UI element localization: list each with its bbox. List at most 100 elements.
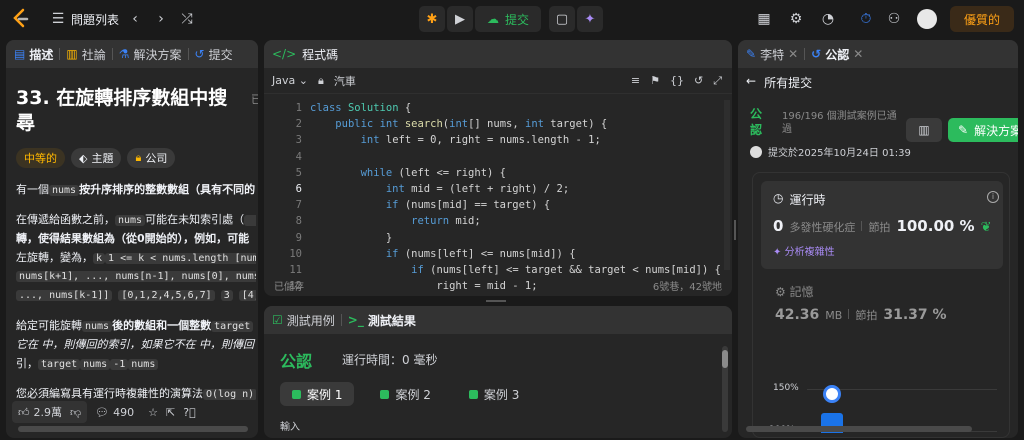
like-button[interactable]: 👍︎ 2.9萬 👎︎	[12, 401, 88, 423]
test-scrollbar[interactable]	[722, 346, 728, 432]
reset-icon[interactable]: ↺	[694, 74, 703, 87]
problem-title: 33. 在旋轉排序數組中搜尋	[16, 87, 228, 134]
pencil-icon: ✎	[746, 47, 757, 61]
tab-divider	[187, 48, 189, 60]
tab-accepted[interactable]: ↺ 公認 ✕	[811, 46, 863, 63]
back-to-submissions[interactable]: ← 所有提交	[746, 74, 812, 91]
check-icon	[292, 389, 301, 399]
problem-list-link[interactable]: 問題列表	[71, 11, 119, 28]
leaf-icon: ❦	[980, 220, 992, 235]
help-icon[interactable]: ?⃝	[183, 406, 195, 419]
topics-tag[interactable]: ⬖ 主題	[71, 148, 122, 168]
autocomplete-mode[interactable]: 汽車	[334, 73, 356, 89]
comment-icon: 💬︎	[95, 405, 110, 419]
terminal-icon: >_	[347, 313, 364, 327]
result-runtime: 運行時間：0 毫秒	[342, 353, 438, 367]
chevron-right-icon[interactable]: ›	[151, 9, 171, 29]
chevron-left-icon[interactable]: ‹	[125, 9, 145, 29]
tab-solutions[interactable]: ⚗ 解決方案	[119, 46, 182, 63]
horizontal-scrollbar[interactable]	[18, 426, 248, 432]
my-runtime-marker[interactable]	[823, 385, 841, 403]
description-line-3: 轉，使得結果數組為（從0開始的），例如，可能	[16, 232, 250, 245]
run-button[interactable]: ▶	[447, 6, 473, 32]
panel-resize-handle[interactable]	[486, 300, 506, 302]
cloud-upload-icon: ☁	[486, 12, 499, 26]
horizontal-scrollbar[interactable]	[746, 426, 972, 432]
comments-button[interactable]: 💬︎ 490	[95, 406, 134, 419]
editorial-button[interactable]: ▥	[906, 118, 942, 142]
analyze-complexity-link[interactable]: ✦ 分析複雜性	[773, 243, 835, 258]
tab-description[interactable]: ▤ 描述	[14, 46, 53, 63]
leetcode-logo-icon[interactable]	[10, 8, 32, 30]
tag-row: 中等的 ⬖ 主題 🔒︎ 公司	[16, 148, 176, 168]
checkbox-icon: ☑	[272, 313, 283, 327]
flask-icon: ⚗	[118, 47, 130, 61]
close-icon[interactable]: ✕	[853, 47, 863, 61]
code-icon: </>	[272, 47, 297, 61]
line-number: 9	[295, 231, 302, 244]
case-tab-3[interactable]: 案例 3	[457, 382, 531, 406]
submission-status: 公認	[750, 107, 763, 137]
line-number: 5	[295, 166, 302, 179]
note-icon[interactable]: ▢	[549, 6, 575, 32]
expand-icon[interactable]: ⤢	[713, 74, 722, 88]
tab-code[interactable]: 程式碼	[302, 46, 338, 63]
editor-scrollbar[interactable]	[724, 100, 730, 270]
share-icon[interactable]: ⇱	[166, 406, 175, 419]
shuffle-icon[interactable]: ⤮	[177, 9, 197, 29]
chart-axis-label: 150%	[773, 383, 799, 393]
tag-icon: ⬖	[79, 151, 88, 165]
list-icon[interactable]: ☰	[48, 9, 68, 29]
case-tab-2[interactable]: 案例 2	[368, 382, 442, 406]
line-number: 7	[295, 199, 302, 212]
line-number: 11	[289, 264, 302, 277]
braces-icon[interactable]: {}	[670, 74, 684, 87]
lock-icon: 🔒︎	[135, 151, 142, 164]
result-status: 公認	[280, 352, 313, 371]
tab-test-result[interactable]: >_ 測試結果	[348, 312, 416, 329]
description-line-1: 有一個 nums 按升序排序的整數數組（具有不同的	[16, 183, 256, 196]
thumbs-down-icon[interactable]: 👎︎	[70, 406, 81, 419]
line-number: 4	[295, 150, 302, 163]
code-panel: </> 程式碼 Java ⌄ 🔒︎ 汽車 ≡ ⚑ {} ↺ ⤢ 1 2 3 4 5 6 7 8…	[264, 40, 732, 296]
language-select[interactable]: Java ⌄	[272, 74, 308, 87]
timer-icon[interactable]: ⏱	[856, 9, 876, 29]
test-tabs: ☑ 測試用例 >_ 測試結果	[264, 306, 732, 334]
companies-tag[interactable]: 🔒︎ 公司	[127, 148, 176, 168]
book-icon: ▥	[918, 123, 930, 137]
tab-editorial[interactable]: ▥ 社論	[66, 46, 105, 63]
difficulty-badge[interactable]: 中等的	[16, 148, 65, 168]
tab-testcase[interactable]: ☑ 測試用例	[272, 312, 335, 329]
code-editor[interactable]: 12345678910111213 class Solution { publi…	[264, 96, 732, 292]
avatar	[750, 145, 762, 158]
tab-submissions[interactable]: ↺ 提交	[195, 46, 233, 63]
case-tab-1[interactable]: 案例 1	[280, 382, 355, 406]
star-icon[interactable]: ☆	[148, 406, 158, 419]
runtime-value: 0 多發性硬化症 節拍 100.00 % ❦	[773, 217, 992, 235]
post-solution-button[interactable]: ✎ 解決方案	[948, 118, 1018, 142]
line-number: 10	[289, 247, 302, 260]
theme-drop-icon[interactable]: ◔	[818, 9, 838, 29]
code-lines[interactable]: class Solution { public int search(int[]…	[310, 100, 721, 296]
debug-icon[interactable]: ✱	[419, 6, 445, 32]
ai-sparkle-icon[interactable]: ✦	[577, 6, 603, 32]
submit-button[interactable]: ☁ 提交	[475, 6, 541, 32]
line-number: 13	[272, 294, 302, 296]
gear-icon[interactable]: ⚙	[786, 9, 806, 29]
runtime-card[interactable]: ◷ 運行時 i 0 多發性硬化症 節拍 100.00 % ❦ ✦ 分析複雜性	[761, 181, 1003, 269]
testcases-passed: 196/196 個測試案例已通過	[782, 111, 897, 135]
format-icon[interactable]: ≡	[631, 74, 640, 87]
bookmark-icon[interactable]: ⚑	[650, 74, 660, 87]
description-tabs: ▤ 描述 ▥ 社論 ⚗ 解決方案 ↺ 提交	[6, 40, 258, 68]
close-icon[interactable]: ✕	[788, 47, 798, 61]
lock-icon: 🔒︎	[317, 73, 324, 87]
panel-resize-handle[interactable]	[734, 220, 736, 240]
add-user-icon[interactable]: ⚇	[884, 9, 904, 29]
info-icon[interactable]: i	[987, 191, 999, 203]
layout-grid-icon[interactable]: ▦	[754, 9, 774, 29]
history-icon: ↺	[194, 47, 205, 61]
tab-note[interactable]: ✎ 李特 ✕	[746, 46, 798, 63]
avatar[interactable]	[917, 9, 937, 29]
premium-button[interactable]: 優質的	[950, 6, 1014, 32]
document-icon: ▤	[14, 47, 26, 61]
